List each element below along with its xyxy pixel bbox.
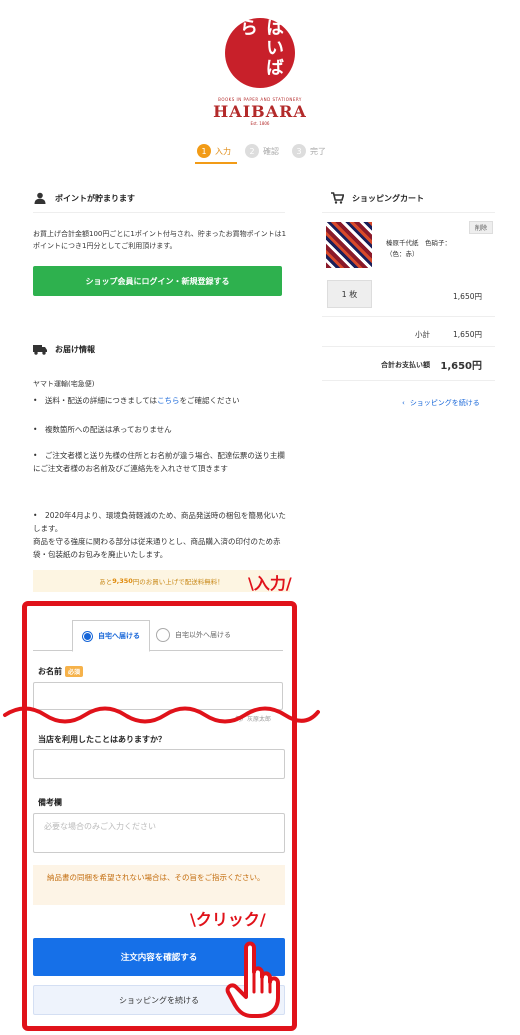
points-section-title: ポイントが貯まります xyxy=(33,192,135,204)
delete-item-button[interactable]: 削除 xyxy=(469,221,493,234)
note-textarea[interactable]: 必要な場合のみご入力ください xyxy=(33,813,285,853)
subtotal-value: 1,650円 xyxy=(453,330,482,339)
bullet-sender-note: • ご注文者様と送り先様の住所とお名前が違う場合、配達伝票の送り主欄にご注文者様… xyxy=(33,451,285,473)
step-label: 入力 xyxy=(215,146,231,156)
brand-logo[interactable]: はいばら xyxy=(225,18,295,88)
product-thumbnail[interactable] xyxy=(326,222,372,268)
radio-selected-icon xyxy=(82,630,93,642)
radio-unselected-icon xyxy=(156,628,170,642)
cart-item-name: 榛原千代紙 色硝子：（色：赤） xyxy=(386,239,451,258)
bullet-text: 商品を守る強度に関わる部分は従来通りとし、商品購入済の印付のため赤袋・包装紙のお… xyxy=(33,537,281,559)
notice-amount: 9,350 xyxy=(112,577,133,585)
divider xyxy=(322,212,495,213)
visited-label: 当店を利用したことはありますか？ xyxy=(38,735,166,744)
wavy-cut-line xyxy=(3,706,320,724)
quantity-box[interactable]: 1 枚 xyxy=(327,280,372,308)
cart-title-text: ショッピングカート xyxy=(352,193,424,203)
total-value: 1,650円 xyxy=(440,361,482,372)
delivery-title: お届け情報 xyxy=(55,344,95,354)
points-description: お買上げ合計金額100円ごとに1ポイント付与され、貯まったお買物ポイントは1ポイ… xyxy=(33,230,287,250)
tab-deliver-home[interactable]: 自宅へ届ける xyxy=(72,620,150,652)
name-label: お名前 必須 xyxy=(38,666,84,677)
bullet-text: 複数箇所への配送は承っておりません xyxy=(44,425,172,434)
bullet-packaging-note: • 2020年4月より、環境負荷軽減のため、商品発送時の梱包を簡易化いたします。… xyxy=(33,511,286,559)
step-label: 確認 xyxy=(263,146,279,156)
divider xyxy=(33,212,285,213)
step-confirm: 2 確認 xyxy=(245,143,279,159)
note-label: 備考欄 xyxy=(38,798,62,807)
cart-icon xyxy=(330,192,344,204)
subtotal-label: 小計 xyxy=(415,330,430,339)
bullet-single-address: • 複数箇所への配送は承っておりません xyxy=(33,425,172,434)
brand-name: HAIBARA xyxy=(213,102,307,121)
notice-text: あと xyxy=(99,578,113,586)
packing-slip-warning: 納品書の同梱を希望されない場合は、その旨をご指示ください。 xyxy=(33,865,285,905)
continue-shopping-link[interactable]: ‹ ショッピングを続ける xyxy=(402,398,480,408)
notice-text: 円のお買い上げで配送料無料！ xyxy=(132,578,224,586)
carrier-name: ヤマト運輸(宅急便) xyxy=(33,380,95,388)
divider xyxy=(322,346,495,347)
chevron-left-icon: ‹ xyxy=(402,399,405,407)
bullet-text: をご確認ください xyxy=(179,396,240,405)
tab-label: 自宅以外へ届ける xyxy=(175,631,231,639)
annotation-click: \クリック/ xyxy=(190,910,266,929)
bullet-text: ご注文者様と送り先様の住所とお名前が違う場合、配達伝票の送り主欄にご注文者様のお… xyxy=(33,451,285,473)
step-number: 1 xyxy=(197,144,211,158)
bullet-shipping-details: • 送料・配送の詳細につきましてはこちらをご確認ください xyxy=(33,396,240,405)
tab-deliver-other[interactable]: 自宅以外へ届ける xyxy=(156,620,256,650)
step-number: 3 xyxy=(292,144,306,158)
cart-title: ショッピングカート xyxy=(330,192,424,204)
points-title: ポイントが貯まります xyxy=(55,193,135,203)
step-input: 1 入力 xyxy=(197,143,231,159)
step-label: 完了 xyxy=(310,146,326,156)
divider xyxy=(322,316,495,317)
required-badge: 必須 xyxy=(65,666,84,677)
step-number: 2 xyxy=(245,144,259,158)
logo-text: はいばら xyxy=(237,18,284,78)
shipping-details-link[interactable]: こちら xyxy=(157,396,180,405)
tab-bar-line xyxy=(33,650,283,651)
login-register-button[interactable]: ショップ会員にログイン・新規登録する xyxy=(33,266,282,296)
truck-icon xyxy=(33,343,47,355)
bullet-text: 送料・配送の詳細につきましては xyxy=(44,396,158,405)
user-icon xyxy=(33,192,47,204)
tab-label: 自宅へ届ける xyxy=(98,632,140,640)
hand-pointer-icon xyxy=(225,941,280,1018)
annotation-input: \入力/ xyxy=(248,574,292,593)
brand-since: Est. 1806 xyxy=(250,121,270,126)
item-price: 1,650円 xyxy=(453,292,482,301)
total-label: 合計お支払い額 xyxy=(381,361,430,369)
divider xyxy=(322,380,495,381)
step-active-indicator xyxy=(195,162,237,164)
step-complete: 3 完了 xyxy=(292,143,326,159)
label-text: お名前 xyxy=(38,667,62,676)
bullet-text: 2020年4月より、環境負荷軽減のため、商品発送時の梱包を簡易化いたします。 xyxy=(33,511,286,533)
delivery-section-title: お届け情報 xyxy=(33,343,95,355)
visited-input[interactable] xyxy=(33,749,285,779)
link-text: ショッピングを続ける xyxy=(409,399,480,407)
